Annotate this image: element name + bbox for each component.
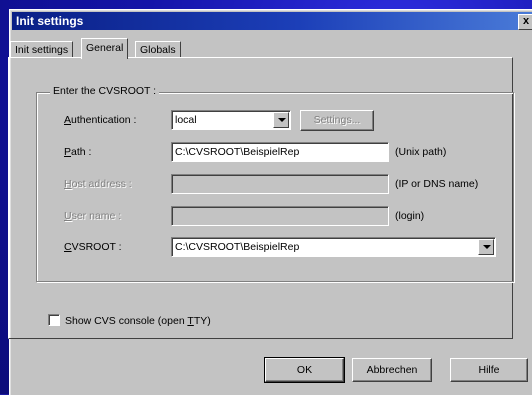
path-input[interactable]: C:\CVSROOT\BeispielRep [171,142,389,162]
path-hint: (Unix path) [395,146,447,158]
authentication-label: Authentication : [64,114,137,126]
close-icon[interactable]: x [518,14,532,30]
cvsroot-value: C:\CVSROOT\BeispielRep [175,241,300,253]
ok-button-label: OK [296,364,313,376]
settings-button-label: Settings... [313,114,361,126]
tab-label: Globals [140,44,176,56]
host-address-hint: (IP or DNS name) [395,178,479,190]
chevron-down-icon[interactable] [478,239,494,255]
help-button[interactable]: Hilfe [450,358,528,382]
authentication-dropdown[interactable]: local [171,110,291,130]
host-address-input[interactable] [171,174,389,194]
tab-label: Init settings [15,44,69,56]
user-name-input[interactable] [171,206,389,226]
authentication-value: local [175,114,197,126]
cvsroot-label: CVSROOT : [64,241,122,253]
path-label: Path : [64,146,92,158]
host-address-label: Host address : [64,178,132,190]
user-name-label: User name : [64,210,122,222]
tab-init-settings[interactable]: Init settings [10,41,74,58]
cvsroot-combobox[interactable]: C:\CVSROOT\BeispielRep [171,237,496,257]
settings-button[interactable]: Settings... [300,110,374,131]
tab-general[interactable]: General [81,38,129,59]
show-cvs-console-label[interactable]: Show CVS console (open TTY) [65,315,211,327]
ok-button[interactable]: OK [264,357,345,383]
help-button-label: Hilfe [478,364,500,376]
tab-label: General [86,42,124,54]
path-value: C:\CVSROOT\BeispielRep [175,146,300,158]
group-legend: Enter the CVSROOT : [50,85,160,97]
window-title: Init settings [16,14,84,28]
cancel-button[interactable]: Abbrechen [352,358,432,382]
chevron-down-icon[interactable] [273,112,289,128]
cancel-button-label: Abbrechen [366,364,418,376]
user-name-hint: (login) [395,210,425,222]
tab-globals[interactable]: Globals [135,41,181,58]
show-cvs-console-checkbox[interactable] [48,314,60,326]
title-bar[interactable]: Init settings x [12,12,532,30]
